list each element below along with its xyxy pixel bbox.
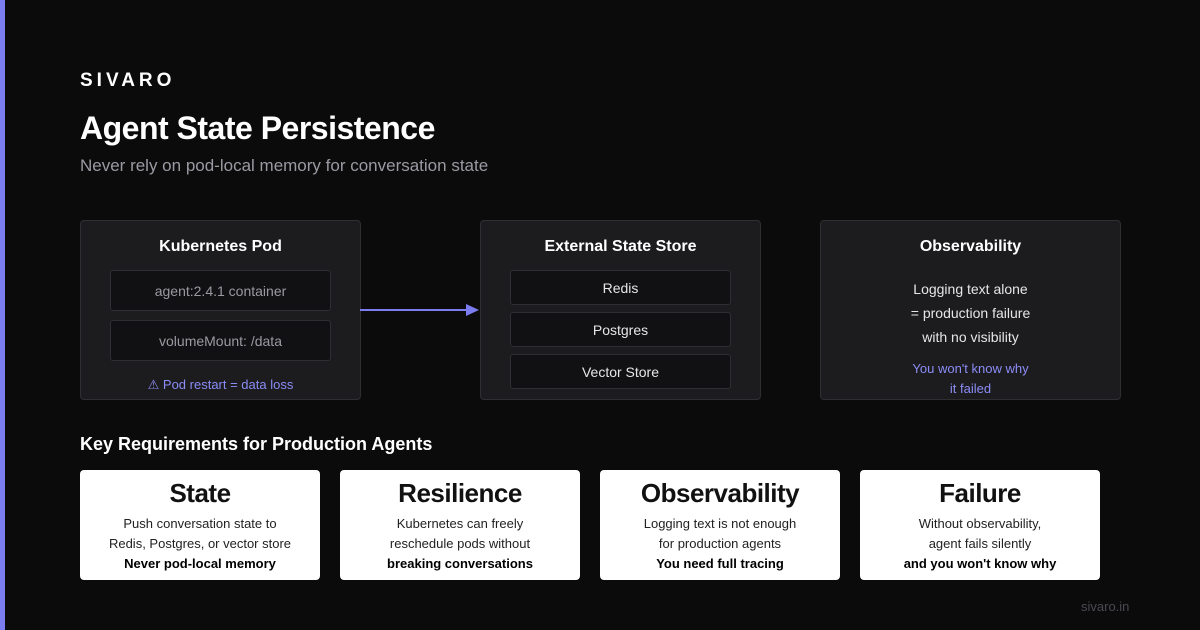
card-title: Resilience (398, 478, 522, 508)
requirement-card-resilience: Resilience Kubernetes can freely resched… (340, 470, 580, 580)
external-state-store-panel: External State Store Redis Postgres Vect… (480, 220, 761, 400)
card-body: Kubernetes can freely reschedule pods wi… (340, 514, 580, 574)
requirement-card-failure: Failure Without observability, agent fai… (860, 470, 1100, 580)
observability-note-line: it failed (949, 381, 992, 396)
pod-restart-warning: ⚠ Pod restart = data loss (147, 377, 294, 392)
page-title: Agent State Persistence (80, 110, 435, 146)
card-line: Kubernetes can freely (396, 516, 524, 531)
external-state-store-title: External State Store (544, 238, 697, 255)
card-title: State (169, 478, 231, 508)
observability-note: You won't know why it failed (821, 359, 1120, 399)
store-chip-redis: Redis (510, 270, 731, 305)
card-line: Push conversation state to (123, 516, 277, 531)
observability-line: Logging text alone (913, 281, 1028, 297)
pod-container-chip: agent:2.4.1 container (110, 270, 331, 311)
kubernetes-pod-panel: Kubernetes Pod agent:2.4.1 container vol… (80, 220, 361, 400)
card-emphasis: and you won't know why (903, 556, 1057, 571)
card-line: Without observability, (918, 516, 1042, 531)
card-emphasis: You need full tracing (656, 556, 784, 571)
card-body: Push conversation state to Redis, Postgr… (80, 514, 320, 574)
pod-volume-chip: volumeMount: /data (110, 320, 331, 361)
card-body: Without observability, agent fails silen… (860, 514, 1100, 574)
accent-bar (0, 0, 5, 630)
arrow-right-icon (360, 304, 479, 316)
page-subtitle: Never rely on pod-local memory for conve… (80, 156, 489, 175)
kubernetes-pod-title: Kubernetes Pod (159, 238, 282, 255)
observability-note-line: You won't know why (912, 361, 1029, 376)
observability-line: with no visibility (922, 329, 1019, 345)
brand-logo: SIVARO (80, 70, 176, 91)
card-emphasis: Never pod-local memory (124, 556, 276, 571)
observability-text: Logging text alone = production failure … (821, 277, 1120, 349)
card-line: reschedule pods without (389, 536, 531, 551)
store-chip-postgres: Postgres (510, 312, 731, 347)
card-line: agent fails silently (928, 536, 1032, 551)
requirement-card-state: State Push conversation state to Redis, … (80, 470, 320, 580)
observability-line: = production failure (910, 305, 1031, 321)
card-emphasis: breaking conversations (387, 556, 533, 571)
card-title: Observability (640, 478, 800, 508)
card-line: for production agents (658, 536, 782, 551)
card-line: Redis, Postgres, or vector store (108, 536, 292, 551)
footer-url: sivaro.in (1081, 599, 1130, 614)
card-body: Logging text is not enough for productio… (600, 514, 840, 574)
card-title: Failure (939, 478, 1021, 508)
observability-panel: Observability Logging text alone = produ… (820, 220, 1121, 400)
card-line: Logging text is not enough (643, 516, 797, 531)
requirements-heading: Key Requirements for Production Agents (80, 434, 433, 454)
requirement-card-observability: Observability Logging text is not enough… (600, 470, 840, 580)
observability-title: Observability (919, 238, 1022, 255)
store-chip-vector-store: Vector Store (510, 354, 731, 389)
